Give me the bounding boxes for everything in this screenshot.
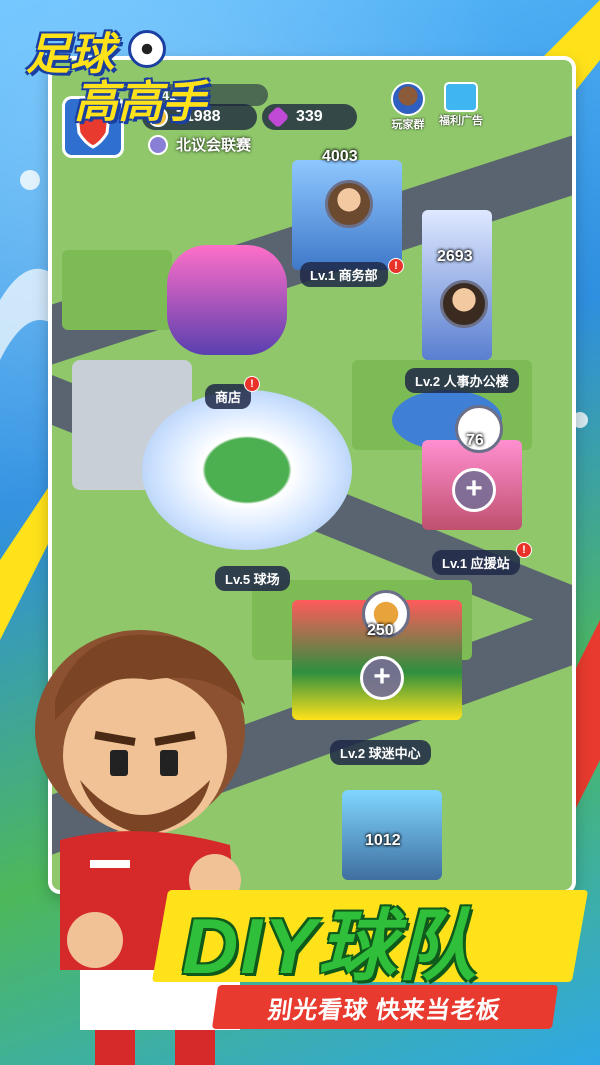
tv-icon	[444, 82, 478, 112]
business-label[interactable]: Lv.1 商务部	[300, 262, 388, 287]
business-manager-avatar[interactable]	[325, 180, 373, 228]
cheer-station-add-button[interactable]: +	[452, 468, 496, 512]
promo-headline: DIY球队	[151, 880, 589, 1000]
fan-center-add-button[interactable]: +	[360, 656, 404, 700]
business-value: 4003	[322, 148, 358, 165]
player-group-button[interactable]: 玩家群	[386, 82, 430, 132]
game-logo: 足球 高高手	[8, 10, 208, 127]
league-name: 北议会联赛	[176, 137, 252, 154]
alert-icon: !	[244, 376, 260, 392]
headline-text: DIY球队	[182, 902, 479, 990]
cheer-station-value: 76	[466, 432, 484, 449]
gem-counter[interactable]: 339	[262, 104, 357, 130]
alert-icon: !	[388, 258, 404, 274]
ad-reward-button[interactable]: 福利广告	[436, 82, 486, 128]
gem-value: 339	[296, 108, 323, 125]
logo-line2: 高高手	[74, 78, 206, 127]
cheer-station-label[interactable]: Lv.1 应援站	[432, 550, 520, 575]
fan-center-value: 250	[367, 622, 394, 639]
league-indicator[interactable]: 北议会联赛	[148, 134, 251, 155]
hr-value: 2693	[437, 248, 473, 265]
stadium-label[interactable]: Lv.5 球场	[215, 566, 290, 591]
gem-icon	[266, 105, 290, 129]
fan-center-label[interactable]: Lv.2 球迷中心	[330, 740, 431, 765]
shop-building[interactable]	[167, 245, 287, 355]
hr-office-label[interactable]: Lv.2 人事办公楼	[405, 368, 519, 393]
soccer-ball-icon	[128, 30, 166, 68]
promo-slogan: 别光看球 快来当老板	[211, 985, 559, 1029]
player-group-icon	[391, 82, 425, 116]
ad-reward-label: 福利广告	[439, 115, 483, 127]
media-value: 1012	[365, 832, 401, 849]
alert-icon: !	[516, 542, 532, 558]
grass-area	[62, 250, 172, 330]
player-group-label: 玩家群	[391, 119, 425, 131]
league-icon	[148, 134, 168, 155]
hr-manager-avatar[interactable]	[440, 280, 488, 328]
stadium-building[interactable]	[142, 390, 352, 550]
